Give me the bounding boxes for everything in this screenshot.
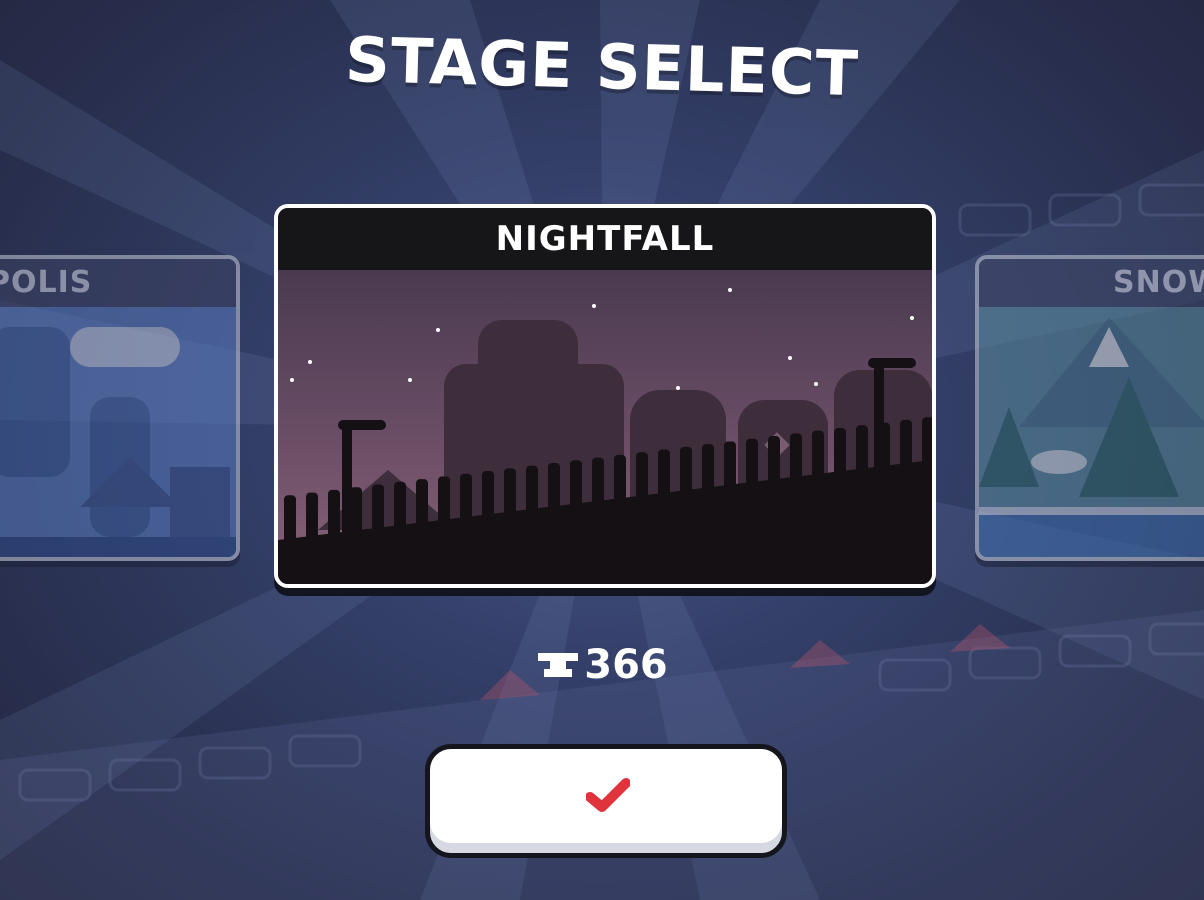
fence-picket [834,427,846,488]
fence-picket [438,476,450,537]
fence-picket [416,479,428,540]
fence-picket [680,446,692,507]
fence-picket [812,430,824,491]
anvil-icon [538,653,579,677]
stage-card-snow[interactable]: SNOW [975,255,1204,561]
fence-picket [746,438,758,499]
stage-name: NIGHTFALL [278,208,932,270]
stage-label: POLIS [0,265,93,300]
fence-picket [548,462,560,523]
fence-picket [526,465,538,526]
fence-picket [372,484,384,545]
fence-picket [328,489,340,550]
fence-picket [306,492,318,553]
fence-picket [482,471,494,532]
fence-picket [504,468,516,529]
fence-picket [790,433,802,494]
stage-card-nightfall[interactable]: NIGHTFALL [274,204,936,588]
stage-name: SNOW [979,259,1204,307]
fence-picket [592,457,604,518]
fence-picket [878,422,890,483]
fence-picket [614,454,626,515]
fence-picket [658,449,670,510]
fence-picket [922,417,932,478]
fence-picket [702,444,714,505]
fence-picket [636,452,648,513]
stage-label: SNOW [1113,265,1204,300]
fence-picket [768,436,780,497]
stage-card-polis[interactable]: POLIS [0,255,240,561]
fence-picket [570,460,582,521]
fence-picket [460,473,472,534]
stage-price: 366 [0,640,1204,688]
fence-picket [350,487,362,548]
price-value: 366 [584,642,668,688]
fence-picket [394,481,406,542]
polis-preview-art [0,307,236,557]
fence-picket [900,419,912,480]
fence-picket [856,425,868,486]
confirm-button[interactable] [425,744,787,858]
stage-name: POLIS [0,259,236,307]
fence-picket [284,495,296,556]
nightfall-preview-art [278,270,932,584]
checkmark-icon [586,778,630,812]
snow-preview-art [979,307,1204,557]
stage-select-screen: STAGE SELECT POLIS SNOW [0,0,1204,900]
fence-picket [724,441,736,502]
